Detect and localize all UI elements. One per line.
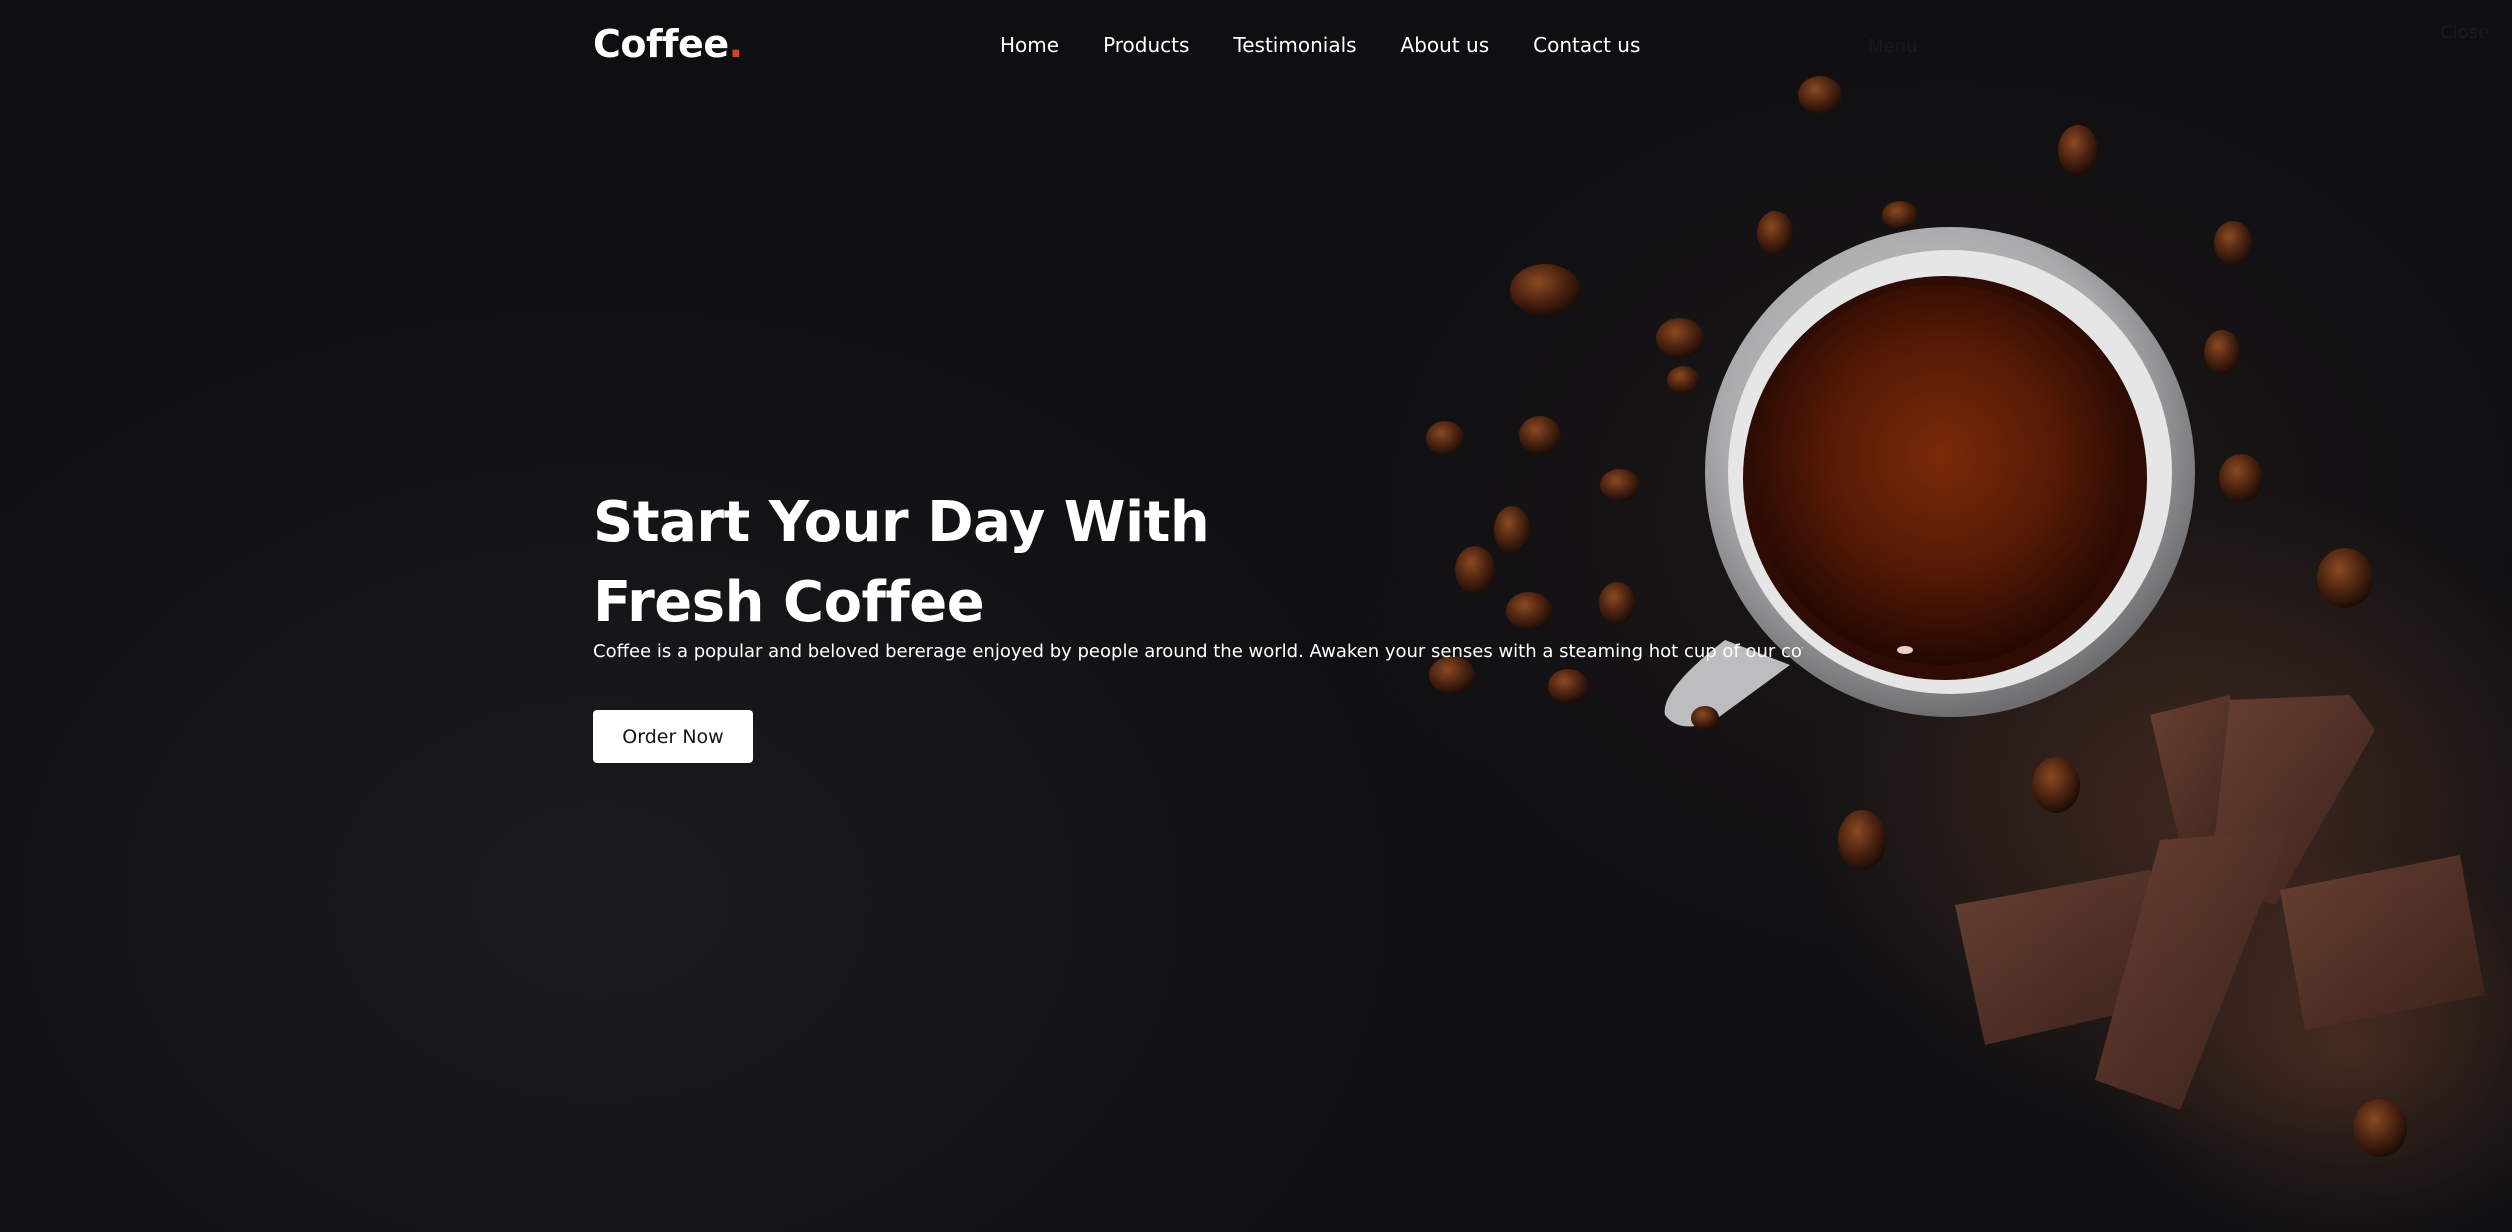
brand-name: Coffee	[593, 22, 729, 66]
hero-title-line-2: Fresh Coffee	[593, 570, 985, 635]
order-now-button[interactable]: Order Now	[593, 710, 753, 763]
nav-link-testimonials[interactable]: Testimonials	[1233, 33, 1356, 57]
landing-page: Coffee. Home Products Testimonials About…	[0, 0, 2512, 1232]
hero-title-line-1: Start Your Day With	[593, 490, 1210, 555]
nav-link-contact-us[interactable]: Contact us	[1533, 33, 1640, 57]
main-menu: Home Products Testimonials About us Cont…	[1000, 33, 1684, 57]
top-navbar: Coffee. Home Products Testimonials About…	[0, 0, 2512, 96]
hero-title: Start Your Day With Fresh Coffee	[593, 483, 1293, 643]
nav-link-about-us[interactable]: About us	[1401, 33, 1490, 57]
hero-description: Coffee is a popular and beloved bererage…	[593, 641, 1803, 662]
hidden-menu-toggle[interactable]: Menu	[1868, 36, 1917, 57]
nav-link-products[interactable]: Products	[1103, 33, 1189, 57]
brand-logo[interactable]: Coffee.	[593, 22, 743, 66]
hidden-close-button[interactable]: Close	[2440, 22, 2489, 43]
brand-dot: .	[728, 22, 743, 66]
nav-link-home[interactable]: Home	[1000, 33, 1059, 57]
